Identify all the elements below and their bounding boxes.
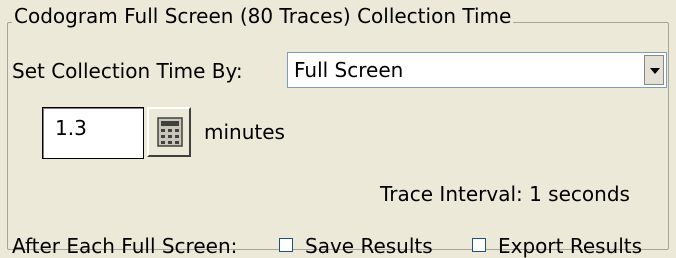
- save-results-checkbox[interactable]: [279, 238, 293, 252]
- groupbox-title: Codogram Full Screen (80 Traces) Collect…: [12, 4, 514, 28]
- chevron-down-icon[interactable]: [644, 55, 664, 85]
- export-results-checkbox[interactable]: [472, 238, 486, 252]
- calculator-button[interactable]: [147, 107, 191, 157]
- export-results-label[interactable]: Export Results: [498, 234, 642, 258]
- calculator-icon: [157, 117, 183, 147]
- save-results-label[interactable]: Save Results: [305, 234, 433, 258]
- set-collection-time-label: Set Collection Time By:: [12, 59, 243, 83]
- collection-time-select[interactable]: Full Screen: [287, 52, 667, 88]
- trace-interval-text: Trace Interval: 1 seconds: [380, 182, 630, 206]
- duration-input[interactable]: 1.3: [42, 107, 144, 159]
- duration-unit-label: minutes: [204, 120, 285, 144]
- collection-time-selected-value: Full Screen: [294, 58, 404, 82]
- duration-value: 1.3: [55, 116, 87, 140]
- after-full-screen-label: After Each Full Screen:: [12, 234, 238, 258]
